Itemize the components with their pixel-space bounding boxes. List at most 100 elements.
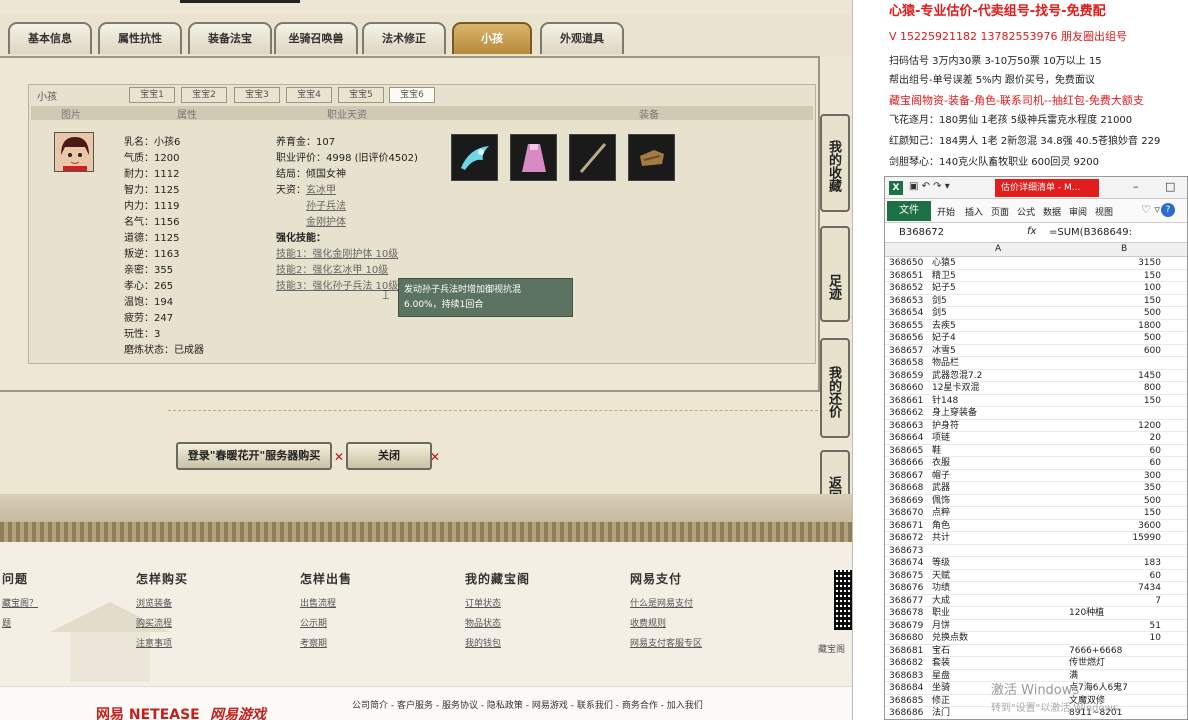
cell-a[interactable]: 心猿5 [932,257,956,270]
cell-b[interactable]: 20 [1067,432,1161,445]
cell-b[interactable]: 60 [1067,445,1161,458]
skill-link-2[interactable]: 技能2：强化玄冰甲 10级 [276,261,388,276]
table-row[interactable]: 368677 大成 7 [885,595,1187,607]
equip-slot-1[interactable] [451,134,498,181]
cell-b[interactable]: 60 [1067,457,1161,470]
cell-a[interactable]: 宝石 [932,645,950,658]
cell-a[interactable]: 功绩 [932,582,950,595]
table-row[interactable]: 368653 剑5 150 [885,295,1187,308]
table-row[interactable]: 368669 佩饰 500 [885,495,1187,508]
cell-a[interactable]: 月饼 [932,620,950,633]
table-row[interactable]: 368676 功绩 7434 [885,582,1187,595]
cell-b[interactable]: 60 [1067,570,1161,583]
baby-tab-4[interactable]: 宝宝4 [286,87,332,103]
ribbon-file[interactable]: 文件 [887,201,931,221]
ribbon-insert[interactable]: 插入 [965,205,983,218]
cell-b[interactable]: 300 [1067,470,1161,483]
table-row[interactable]: 368659 武器忽混7.2 1450 [885,370,1187,383]
tab-appearance[interactable]: 外观道具 [540,22,624,54]
table-row[interactable]: 368666 衣服 60 [885,457,1187,470]
table-row[interactable]: 368650 心猿5 3150 [885,257,1187,270]
baby-tab-2[interactable]: 宝宝2 [181,87,227,103]
footer-col-4-link-1[interactable]: 订单状态 [465,596,501,609]
cell-a[interactable]: 鞋 [932,445,941,458]
baby-tab-6[interactable]: 宝宝6 [389,87,435,103]
cell-b[interactable]: 3150 [1067,257,1161,270]
cell-a[interactable]: 职业 [932,607,950,620]
talent-link-2[interactable]: 孙子兵法 [306,197,346,212]
table-row[interactable]: 368682 套装 传世燃灯 [885,657,1187,670]
table-row[interactable]: 368663 护身符 1200 [885,420,1187,433]
tab-spell-correction[interactable]: 法术修正 [362,22,446,54]
side-my-favorites[interactable]: 我的收藏 [820,114,850,212]
tab-attr-resist[interactable]: 属性抗性 [98,22,182,54]
cell-a[interactable]: 帽子 [932,470,950,483]
baby-tab-3[interactable]: 宝宝3 [234,87,280,103]
cell-a[interactable]: 身上穿装备 [932,407,977,420]
cell-a[interactable]: 针148 [932,395,958,408]
cell-a[interactable]: 点粹 [932,507,950,520]
table-row[interactable]: 368652 妃子5 100 [885,282,1187,295]
cell-a[interactable]: 坐骑 [932,682,950,695]
cell-b[interactable]: 3600 [1067,520,1161,533]
cell-a[interactable]: 角色 [932,520,950,533]
table-row[interactable]: 368655 去疾5 1800 [885,320,1187,333]
cell-a[interactable]: 武器 [932,482,950,495]
table-row[interactable]: 368680 兑换点数 10 [885,632,1187,645]
table-row[interactable]: 368657 冰雪5 600 [885,345,1187,358]
ribbon-review[interactable]: 审阅 [1069,205,1087,218]
footer-col-2-link-1[interactable]: 浏览装备 [136,596,172,609]
cell-a[interactable]: 修正 [932,695,950,708]
footer-col-5-link-2[interactable]: 收费规则 [630,616,666,629]
close-button[interactable]: 关闭 [346,442,432,470]
table-row[interactable]: 368678 职业 120种植 [885,607,1187,620]
cell-b[interactable]: 150 [1067,295,1161,308]
cell-b[interactable]: 1200 [1067,420,1161,433]
formula-input[interactable]: =SUM(B368649: [1049,227,1132,238]
equip-slot-2[interactable] [510,134,557,181]
ribbon-data[interactable]: 数据 [1043,205,1061,218]
footer-col-4-link-3[interactable]: 我的钱包 [465,636,501,649]
cell-b[interactable]: 1450 [1067,370,1161,383]
cell-b[interactable]: 1800 [1067,320,1161,333]
cell-a[interactable]: 冰雪5 [932,345,956,358]
cell-b[interactable]: 150 [1067,395,1161,408]
col-b-header[interactable]: B [1121,244,1127,254]
skill-link-1[interactable]: 技能1：强化金刚护体 10级 [276,245,398,260]
footer-col-3-link-2[interactable]: 公示期 [300,616,327,629]
cell-a[interactable]: 兑换点数 [932,632,968,645]
col-a-header[interactable]: A [995,244,1001,254]
cell-a[interactable]: 衣服 [932,457,950,470]
talent-link-1[interactable]: 玄冰甲 [306,181,336,196]
table-row[interactable]: 368674 等级 183 [885,557,1187,570]
ribbon-formula[interactable]: 公式 [1017,205,1035,218]
footer-col-2-link-3[interactable]: 注意事项 [136,636,172,649]
cell-a[interactable]: 套装 [932,657,950,670]
tab-mount-summon[interactable]: 坐骑召唤兽 [274,22,358,54]
table-row[interactable]: 368656 妃子4 500 [885,332,1187,345]
table-row[interactable]: 368675 天赋 60 [885,570,1187,583]
cell-b[interactable]: 350 [1067,482,1161,495]
ribbon-home[interactable]: 开始 [937,205,955,218]
sheet-grid[interactable]: 368650 心猿5 3150 368651 精卫5 150 368652 妃子5 100 368… [885,257,1187,719]
cell-b[interactable]: 500 [1067,495,1161,508]
table-row[interactable]: 368670 点粹 150 [885,507,1187,520]
table-row[interactable]: 368667 帽子 300 [885,470,1187,483]
skill-link-3[interactable]: 技能3：强化孙子兵法 10级 [276,277,398,292]
table-row[interactable]: 368662 身上穿装备 [885,407,1187,420]
tab-equip-treasure[interactable]: 装备法宝 [188,22,272,54]
side-my-counteroffer[interactable]: 我的还价 [820,338,850,438]
cell-b[interactable]: 800 [1067,382,1161,395]
ribbon-help-icons[interactable]: ♡ ▿ [1141,203,1160,216]
table-row[interactable]: 368668 武器 350 [885,482,1187,495]
cell-a[interactable]: 妃子4 [932,332,956,345]
equip-slot-4[interactable] [628,134,675,181]
cell-a[interactable]: 剑5 [932,307,947,320]
footer-col-1-link-2[interactable]: 题 [2,616,11,629]
cell-b[interactable]: 7434 [1067,582,1161,595]
tab-child[interactable]: 小孩 [452,22,532,54]
table-row[interactable]: 368673 [885,545,1187,557]
table-row[interactable]: 368665 鞋 60 [885,445,1187,458]
cell-a[interactable]: 天赋 [932,570,950,583]
cell-b[interactable]: 600 [1067,345,1161,358]
